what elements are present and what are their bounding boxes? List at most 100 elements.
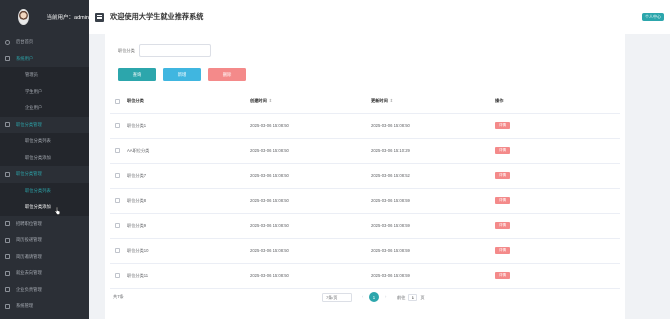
next-page-button[interactable]: › [385, 294, 386, 299]
page-size-value: 7条/页 [326, 294, 338, 300]
sidebar-item[interactable]: 职位分类管理 [0, 117, 89, 134]
detail-button[interactable]: 详情 [495, 272, 510, 279]
row-checkbox[interactable] [115, 123, 120, 128]
delete-button[interactable]: 删除 [208, 68, 246, 81]
sidebar-item-label: 学生用户 [25, 88, 43, 94]
search-button[interactable]: 查询 [118, 68, 156, 81]
row-checkbox[interactable] [115, 148, 120, 153]
column-header-actions: 操作 [495, 90, 620, 114]
sidebar-item-label: 企业负责管理 [16, 286, 42, 292]
row-checkbox[interactable] [115, 273, 120, 278]
cell-created: 2025-03-06 15:08:50 [250, 213, 371, 239]
row-checkbox[interactable] [115, 198, 120, 203]
table-row: 职位分类8 2025-03-06 15:08:50 2025-03-06 15:08… [110, 188, 620, 214]
detail-button[interactable]: 详情 [495, 247, 510, 254]
sidebar-item[interactable]: 企业负责管理 [0, 282, 89, 299]
sort-icon[interactable]: ⇕ [390, 98, 394, 103]
detail-button[interactable]: 详情 [495, 172, 510, 179]
row-select-cell [110, 163, 127, 189]
cell-updated: 2025-03-06 15:08:59 [371, 238, 495, 264]
row-checkbox[interactable] [115, 173, 120, 178]
sidebar-item-label: 职位分类列表 [25, 138, 51, 144]
search-input[interactable] [138, 44, 211, 57]
folder-icon [5, 287, 10, 293]
cell-name: AA职位分类 [127, 138, 250, 164]
row-select-cell [110, 238, 127, 264]
menu-toggle-icon[interactable] [95, 12, 104, 22]
avatar [18, 9, 29, 25]
row-checkbox[interactable] [115, 223, 120, 228]
row-select-cell [110, 113, 127, 139]
current-page-button[interactable]: 1 [369, 292, 379, 302]
column-header-name: 职位分类 [127, 90, 250, 114]
sidebar-item-label: 职位分类管理 [16, 171, 42, 177]
site-title: 欢迎使用大学生就业推荐系统 [110, 12, 204, 21]
table-row: 职位分类1 2025-03-06 15:08:50 2025-03-06 15:08… [110, 113, 620, 139]
sidebar-item[interactable]: 职位分类管理 [0, 166, 89, 183]
sidebar-item[interactable]: 招聘职位管理 [0, 216, 89, 233]
sidebar-item[interactable]: 后台首页 [0, 34, 89, 51]
add-button[interactable]: 新增 [163, 68, 201, 81]
sidebar-item-label: 职位分类列表 [25, 187, 51, 193]
goto-suffix: 页 [420, 294, 425, 300]
user-center-button[interactable]: 个人中心 [642, 13, 664, 21]
search-row: 职位分类 [118, 44, 211, 57]
cell-actions: 详情 [495, 138, 620, 164]
column-header-updated[interactable]: 更新时间 ⇕ [371, 90, 495, 114]
table-row: 职位分类7 2025-03-06 15:08:50 2025-03-06 15:08… [110, 163, 620, 189]
page-size-select[interactable]: 7条/页 [322, 293, 352, 302]
sidebar-item[interactable]: 职位分类添加 [0, 199, 89, 216]
sidebar-item[interactable]: 职位分类添加 [0, 149, 89, 166]
row-select-cell [110, 138, 127, 164]
cell-actions: 详情 [495, 163, 620, 189]
pagination: 共7条 7条/页 ‹ 1 › 前往 页 [113, 289, 618, 305]
sidebar-item[interactable]: 简历邀请管理 [0, 249, 89, 266]
folder-icon [5, 270, 10, 276]
cell-updated: 2025-03-06 15:08:59 [371, 213, 495, 239]
table-row: 职位分类11 2025-03-06 15:08:50 2025-03-06 15:0… [110, 263, 620, 289]
detail-button[interactable]: 详情 [495, 122, 510, 129]
cell-actions: 详情 [495, 188, 620, 214]
row-select-cell [110, 188, 127, 214]
sidebar-item[interactable]: 企业用户 [0, 100, 89, 117]
sidebar-item[interactable]: 学生用户 [0, 83, 89, 100]
sort-icon[interactable]: ⇕ [269, 98, 273, 103]
table-header-row: 职位分类 创建时间 ⇕ 更新时间 ⇕ 操作 [110, 90, 620, 114]
sidebar-item-label: 系统管理 [16, 303, 34, 309]
detail-button[interactable]: 详情 [495, 147, 510, 154]
select-all-checkbox[interactable] [115, 98, 120, 104]
sidebar-item[interactable]: 简历投递管理 [0, 232, 89, 249]
current-user-label: 当前用户：admin [46, 15, 89, 21]
goto-page-input[interactable] [408, 294, 418, 301]
sidebar-item[interactable]: 职位分类列表 [0, 182, 89, 199]
column-header-actions-label: 操作 [495, 98, 504, 104]
total-count: 共7条 [113, 294, 124, 299]
folder-icon [5, 171, 10, 177]
sidebar-item-label: 招聘职位管理 [16, 220, 42, 226]
row-select-cell [110, 263, 127, 289]
sidebar-item[interactable]: 系统用户 [0, 51, 89, 68]
sidebar-item-label: 管理员 [25, 72, 38, 78]
sidebar-item-label: 就业去向管理 [16, 270, 42, 276]
cell-created: 2025-03-06 15:08:50 [250, 163, 371, 189]
cell-updated: 2025-03-06 15:08:52 [371, 163, 495, 189]
cell-created: 2025-03-06 15:08:50 [250, 113, 371, 139]
row-checkbox[interactable] [115, 248, 120, 253]
detail-button[interactable]: 详情 [495, 197, 510, 204]
sidebar-item-label: 后台首页 [16, 39, 34, 45]
sidebar-item[interactable]: 职位分类列表 [0, 133, 89, 150]
sidebar-item[interactable]: 管理员 [0, 67, 89, 84]
cell-name: 职位分类10 [127, 238, 250, 264]
column-header-created[interactable]: 创建时间 ⇕ [250, 90, 371, 114]
sidebar-item[interactable]: 就业去向管理 [0, 265, 89, 282]
cell-name: 职位分类7 [127, 163, 250, 189]
folder-icon [5, 237, 10, 243]
search-label: 职位分类 [118, 47, 135, 53]
hand-cursor-icon [55, 207, 60, 215]
table-row: 职位分类9 2025-03-06 15:08:50 2025-03-06 15:08… [110, 213, 620, 239]
detail-button[interactable]: 详情 [495, 222, 510, 229]
sidebar-item[interactable]: 系统管理 [0, 298, 89, 315]
cell-updated: 2025-03-06 15:08:50 [371, 113, 495, 139]
prev-page-button[interactable]: ‹ [362, 294, 363, 299]
sidebar-item-label: 职位分类添加 [25, 154, 51, 160]
